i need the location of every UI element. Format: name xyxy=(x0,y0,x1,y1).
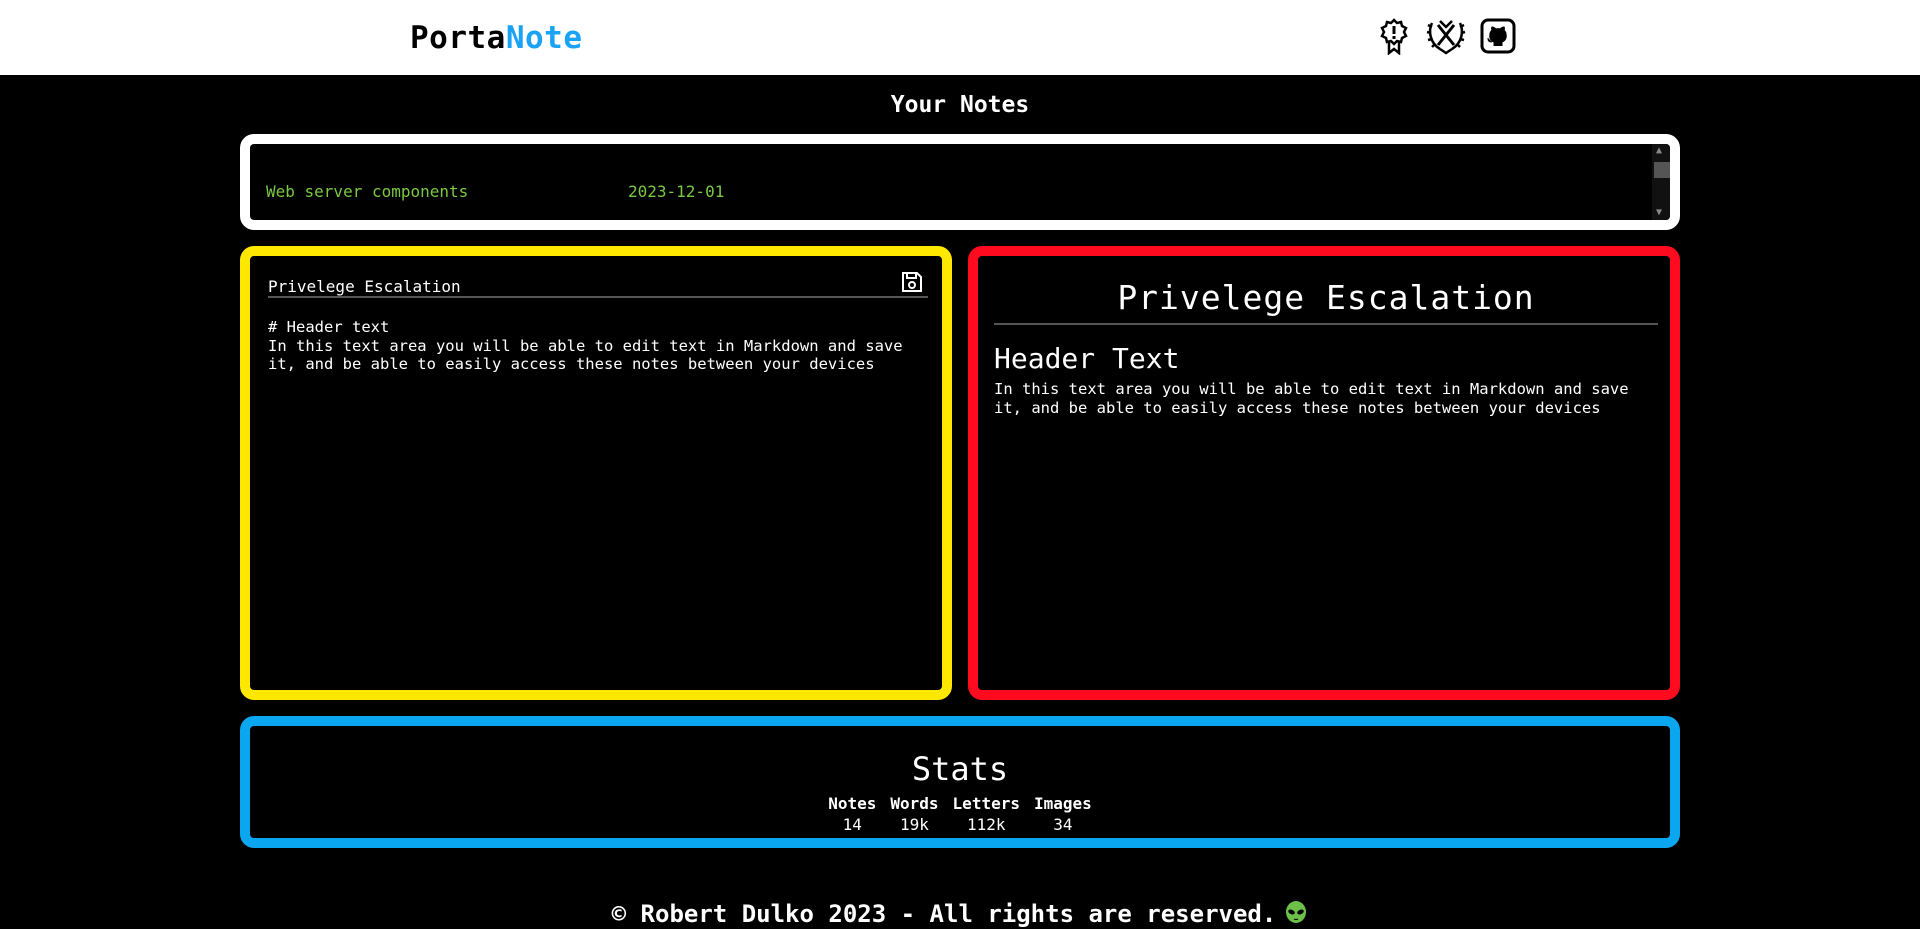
markdown-textarea[interactable]: # Header text In this text area you will… xyxy=(268,318,938,678)
brand-logo[interactable]: PortaNote xyxy=(410,20,582,56)
github-icon[interactable] xyxy=(1478,16,1518,56)
markdown-preview-panel: Privelege Escalation Header Text In this… xyxy=(968,246,1680,700)
footer-copyright: © Robert Dulko 2023 - All rights are res… xyxy=(611,900,1277,928)
stat-words: Words 19k xyxy=(890,794,938,834)
note-title: Web server components xyxy=(266,182,469,201)
stat-value: 34 xyxy=(1053,815,1073,834)
award-icon[interactable] xyxy=(1374,16,1414,56)
stat-notes: Notes 14 xyxy=(828,794,876,834)
top-bar: PortaNote xyxy=(0,0,1920,75)
preview-heading: Header Text xyxy=(994,342,1180,375)
stat-value: 14 xyxy=(842,815,862,834)
stats-title: Stats xyxy=(911,750,1009,788)
editor-note-title[interactable]: Privelege Escalation xyxy=(268,277,461,296)
top-icon-group xyxy=(1374,16,1518,56)
stats-grid: Notes 14 Words 19k Letters 112k Images 3… xyxy=(250,794,1670,834)
preview-title: Privelege Escalation xyxy=(994,278,1658,325)
alien-icon xyxy=(1284,901,1308,925)
laurel-trophy-icon[interactable] xyxy=(1426,16,1466,56)
note-date: 2023-12-01 xyxy=(628,182,725,201)
stat-value: 112k xyxy=(967,815,1006,834)
brand-name-accent: Note xyxy=(505,20,583,56)
brand-name-primary: Porta xyxy=(410,20,506,56)
scroll-up-icon[interactable]: ▲ xyxy=(1656,146,1662,156)
footer: © Robert Dulko 2023 - All rights are res… xyxy=(0,900,1920,928)
stat-label: Notes xyxy=(828,794,877,813)
notes-list: Web server components 2023-12-01 ▲ ▼ xyxy=(240,134,1680,230)
save-icon[interactable] xyxy=(900,270,926,296)
stat-label: Words xyxy=(890,794,939,813)
stat-images: Images 34 xyxy=(1034,794,1092,834)
markdown-editor-panel: Privelege Escalation # Header text In th… xyxy=(240,246,952,700)
stat-value: 19k xyxy=(900,815,929,834)
editor-header: Privelege Escalation xyxy=(268,272,928,298)
notes-section-title: Your Notes xyxy=(890,92,1030,118)
notes-scrollbar[interactable]: ▲ ▼ xyxy=(1652,144,1670,220)
scroll-down-icon[interactable]: ▼ xyxy=(1656,208,1662,218)
stat-label: Letters xyxy=(952,794,1020,813)
stat-letters: Letters 112k xyxy=(953,794,1020,834)
scrollbar-thumb[interactable] xyxy=(1654,162,1670,178)
list-item[interactable]: Web server components 2023-12-01 xyxy=(266,182,724,201)
stat-label: Images xyxy=(1033,794,1092,813)
preview-paragraph: In this text area you will be able to ed… xyxy=(994,380,1629,417)
stats-panel: Stats Notes 14 Words 19k Letters 112k Im… xyxy=(240,716,1680,848)
